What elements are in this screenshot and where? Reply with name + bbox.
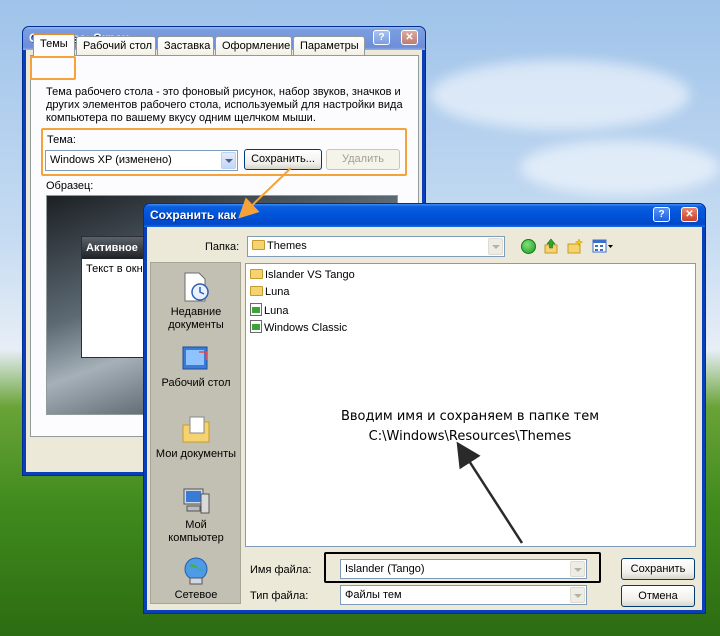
tab-highlight-frame <box>30 56 76 80</box>
place-network[interactable]: Сетевое <box>152 556 240 602</box>
recent-documents-icon <box>181 271 211 303</box>
tab-screensaver[interactable]: Заставка <box>157 36 214 55</box>
chevron-down-icon[interactable] <box>570 561 585 577</box>
filetype-label: Тип файла: <box>250 590 309 602</box>
help-button[interactable]: ? <box>653 207 670 222</box>
my-computer-icon <box>181 486 211 516</box>
filetype-select[interactable]: Файлы тем <box>340 585 587 605</box>
my-documents-icon <box>181 415 211 445</box>
save-theme-button[interactable]: Сохранить... <box>244 149 322 170</box>
theme-select-value: Windows XP (изменено) <box>50 154 172 166</box>
chevron-down-icon[interactable] <box>221 152 236 169</box>
file-name: Luna <box>265 286 290 298</box>
desktop-icon <box>181 344 211 374</box>
list-item[interactable]: Islander VS Tango <box>250 269 355 281</box>
annotation-line-1: Вводим имя и сохраняем в папке тем <box>340 409 600 424</box>
place-my-computer[interactable]: Мой компьютер <box>152 486 240 545</box>
network-icon <box>181 556 211 586</box>
filename-value: Islander (Tango) <box>345 563 425 575</box>
dialog-title: Сохранить как <box>150 208 237 222</box>
theme-select[interactable]: Windows XP (изменено) <box>45 150 238 171</box>
place-label: Недавние документы <box>168 306 224 331</box>
folder-icon <box>250 286 263 296</box>
preview-window-text: Текст в окн <box>86 263 143 275</box>
place-my-documents[interactable]: Мои документы <box>152 415 240 461</box>
themes-description: Тема рабочего стола - это фоновый рисуно… <box>46 86 403 124</box>
up-folder-icon[interactable] <box>544 238 558 254</box>
file-name: Luna <box>264 305 289 317</box>
delete-theme-button[interactable]: Удалить <box>326 149 400 170</box>
back-icon[interactable] <box>521 239 536 254</box>
tab-settings[interactable]: Параметры <box>293 36 365 55</box>
file-name: Windows Classic <box>264 322 348 334</box>
annotation-line-2: C:\Windows\Resources\Themes <box>368 429 572 444</box>
folder-select-value: Themes <box>252 237 307 256</box>
theme-file-icon <box>250 320 262 333</box>
list-item[interactable]: Luna <box>250 303 288 317</box>
tab-desktop[interactable]: Рабочий стол <box>76 36 156 55</box>
place-desktop[interactable]: Рабочий стол <box>152 344 240 390</box>
folder-icon <box>252 240 265 250</box>
sample-label: Образец: <box>46 180 94 192</box>
view-menu-icon[interactable] <box>592 239 614 254</box>
folder-icon <box>250 269 263 279</box>
theme-file-icon <box>250 303 262 316</box>
close-button[interactable]: ✕ <box>401 30 418 45</box>
theme-label: Тема: <box>47 134 76 146</box>
chevron-down-icon[interactable] <box>488 238 503 255</box>
place-label: Мой компьютер <box>168 519 224 544</box>
cancel-button[interactable]: Отмена <box>621 585 695 607</box>
folder-select[interactable]: Themes <box>247 236 505 257</box>
place-label: Сетевое <box>174 589 218 601</box>
place-label: Рабочий стол <box>161 377 231 389</box>
folder-value-text: Themes <box>267 240 307 252</box>
new-folder-icon[interactable] <box>567 238 584 254</box>
file-name: Islander VS Tango <box>265 269 355 281</box>
filename-input[interactable]: Islander (Tango) <box>340 559 587 579</box>
folder-label: Папка: <box>205 241 240 253</box>
help-button[interactable]: ? <box>373 30 390 45</box>
tab-themes[interactable]: Темы <box>33 33 75 56</box>
filename-label: Имя файла: <box>250 564 312 576</box>
place-recent-documents[interactable]: Недавние документы <box>152 271 240 332</box>
annotation-text: Вводим имя и сохраняем в папке тем C:\Wi… <box>300 407 640 447</box>
place-label: Мои документы <box>155 448 237 460</box>
close-button[interactable]: ✕ <box>681 207 698 222</box>
list-item[interactable]: Luna <box>250 286 289 298</box>
chevron-down-icon[interactable] <box>570 587 585 603</box>
save-button[interactable]: Сохранить <box>621 558 695 580</box>
save-as-titlebar[interactable]: Сохранить как ? ✕ <box>144 204 705 227</box>
tab-appearance[interactable]: Оформление <box>215 36 292 55</box>
list-item[interactable]: Windows Classic <box>250 320 347 334</box>
file-list[interactable] <box>245 263 696 547</box>
cloud-decoration <box>520 140 720 195</box>
filetype-value: Файлы тем <box>345 589 402 601</box>
cloud-decoration <box>430 60 690 130</box>
